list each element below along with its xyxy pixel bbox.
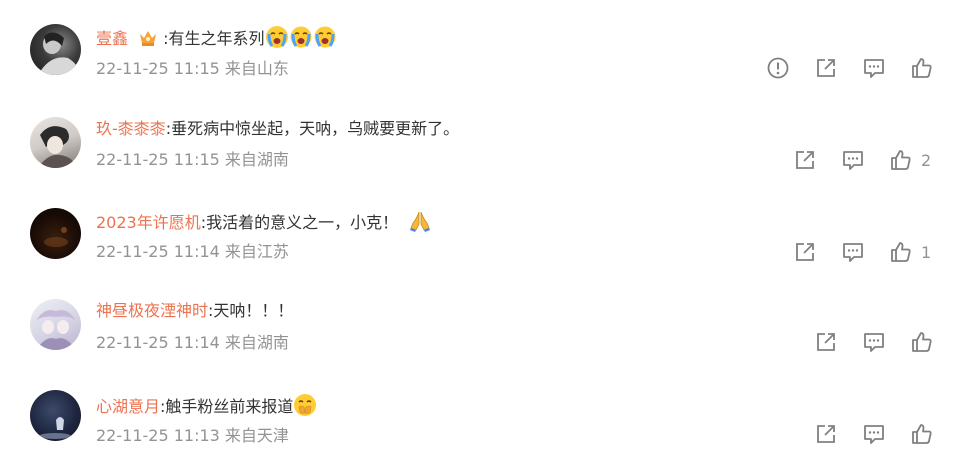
comment-text-line: 玖-桼桼桼:垂死病中惊坐起，天呐，乌贼要更新了。 (96, 118, 459, 140)
comment-location: 来自湖南 (224, 333, 289, 352)
comment-meta: 22-11-25 11:14 来自江苏 (96, 241, 289, 263)
username-link[interactable]: 神昼极夜湮神时 (96, 301, 208, 320)
avatar[interactable] (30, 117, 81, 168)
comment-text-line: 壹鑫 :有生之年系列 (96, 26, 337, 50)
comment-text: :垂死病中惊坐起，天呐，乌贼要更新了。 (165, 119, 460, 138)
reply-icon[interactable] (841, 240, 865, 264)
username-link[interactable]: 玖-桼桼桼 (96, 119, 166, 138)
comment-location: 来自湖南 (224, 150, 289, 169)
share-icon[interactable] (793, 148, 817, 172)
comment-text: :有生之年系列 (163, 29, 265, 48)
comment-time: 22-11-25 11:13 (96, 426, 220, 445)
comment-item: 壹鑫 :有生之年系列 22-11-25 11:15 来自山东 (0, 0, 958, 92)
comment-meta: 22-11-25 11:13 来自天津 (96, 425, 289, 447)
comment-text: :触手粉丝前来报道 (160, 397, 294, 416)
comment-text: :我活着的意义之一，小克！ (200, 213, 399, 232)
comment-item: 心湖意月:触手粉丝前来报道 22-11-25 11:13 来自天津 (0, 368, 958, 460)
like-icon[interactable] (889, 148, 913, 172)
comment-text-line: 2023年许愿机:我活着的意义之一，小克！ (96, 210, 432, 234)
reply-icon[interactable] (841, 148, 865, 172)
avatar[interactable] (30, 208, 81, 259)
like-icon[interactable] (910, 422, 934, 446)
comment-location: 来自江苏 (224, 242, 289, 261)
comment-location: 来自天津 (224, 426, 289, 445)
like-count: 2 (921, 151, 932, 170)
comment-text-line: 心湖意月:触手粉丝前来报道 (96, 393, 317, 418)
share-icon[interactable] (814, 56, 838, 80)
like-icon[interactable] (910, 56, 934, 80)
like-count: 1 (921, 243, 932, 262)
share-icon[interactable] (814, 422, 838, 446)
comment-text-line: 神昼极夜湮神时:天呐！！！ (96, 300, 293, 322)
reply-icon[interactable] (862, 56, 886, 80)
username-link[interactable]: 2023年许愿机 (96, 213, 201, 232)
like-icon[interactable] (910, 330, 934, 354)
face-with-hand-over-mouth-emoji (293, 393, 317, 417)
share-icon[interactable] (814, 330, 838, 354)
comment-meta: 22-11-25 11:15 来自湖南 (96, 149, 289, 171)
comment-meta: 22-11-25 11:14 来自湖南 (96, 332, 289, 354)
crying-emoji (314, 26, 336, 48)
comment-time: 22-11-25 11:15 (96, 59, 220, 78)
crown-badge-icon[interactable] (137, 26, 159, 48)
share-icon[interactable] (793, 240, 817, 264)
comment-item: 神昼极夜湮神时:天呐！！！ 22-11-25 11:14 来自湖南 (0, 276, 958, 368)
avatar[interactable] (30, 390, 81, 441)
report-icon[interactable] (766, 56, 790, 80)
comment-time: 22-11-25 11:14 (96, 333, 220, 352)
comment-item: 玖-桼桼桼:垂死病中惊坐起，天呐，乌贼要更新了。 22-11-25 11:15 … (0, 92, 958, 184)
praying-hands-emoji (408, 210, 432, 232)
comment-meta: 22-11-25 11:15 来自山东 (96, 58, 289, 80)
username-link[interactable]: 心湖意月 (96, 397, 160, 416)
reply-icon[interactable] (862, 330, 886, 354)
comment-text: :天呐！！！ (208, 301, 294, 320)
like-icon[interactable] (889, 240, 913, 264)
comment-time: 22-11-25 11:15 (96, 150, 220, 169)
crying-emoji (265, 26, 288, 48)
avatar[interactable] (30, 299, 81, 350)
comment-location: 来自山东 (224, 59, 289, 78)
username-link[interactable]: 壹鑫 (96, 29, 128, 48)
comment-item: 2023年许愿机:我活着的意义之一，小克！ 22-11-25 11:14 来自江… (0, 184, 958, 276)
avatar[interactable] (30, 24, 81, 75)
reply-icon[interactable] (862, 422, 886, 446)
crying-emoji (290, 26, 312, 48)
comment-time: 22-11-25 11:14 (96, 242, 220, 261)
